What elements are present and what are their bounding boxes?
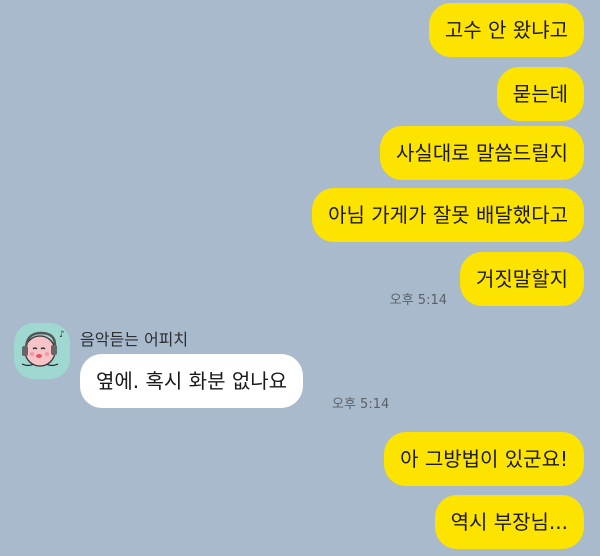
- my-message-bubble[interactable]: 역시 부장님...: [434, 495, 584, 549]
- my-message-bubble[interactable]: 고수 안 왔냐고: [428, 3, 584, 57]
- my-message-bubble[interactable]: 묻는데: [496, 67, 584, 121]
- incoming-message-bubble[interactable]: 옆에. 혹시 화분 없나요: [80, 354, 304, 408]
- my-message-bubble[interactable]: 아 그방법이 있군요!: [384, 432, 584, 486]
- my-message-bubble[interactable]: 아님 가게가 잘못 배달했다고: [312, 188, 584, 242]
- my-message-bubble[interactable]: 거짓말할지: [460, 252, 584, 306]
- sender-name: 음악듣는 어피치: [80, 330, 189, 349]
- message-timestamp: 오후 5:14: [389, 293, 447, 308]
- chat-room[interactable]: 고수 안 왔냐고 묻는데 사실대로 말씀드릴지 아님 가게가 잘못 배달했다고 …: [0, 0, 600, 556]
- svg-text:♪: ♪: [59, 330, 65, 340]
- apeach-headphones-avatar-icon: ♪: [14, 323, 70, 379]
- message-timestamp: 오후 5:14: [332, 397, 390, 412]
- avatar[interactable]: ♪: [14, 323, 70, 379]
- my-message-bubble[interactable]: 사실대로 말씀드릴지: [380, 126, 584, 180]
